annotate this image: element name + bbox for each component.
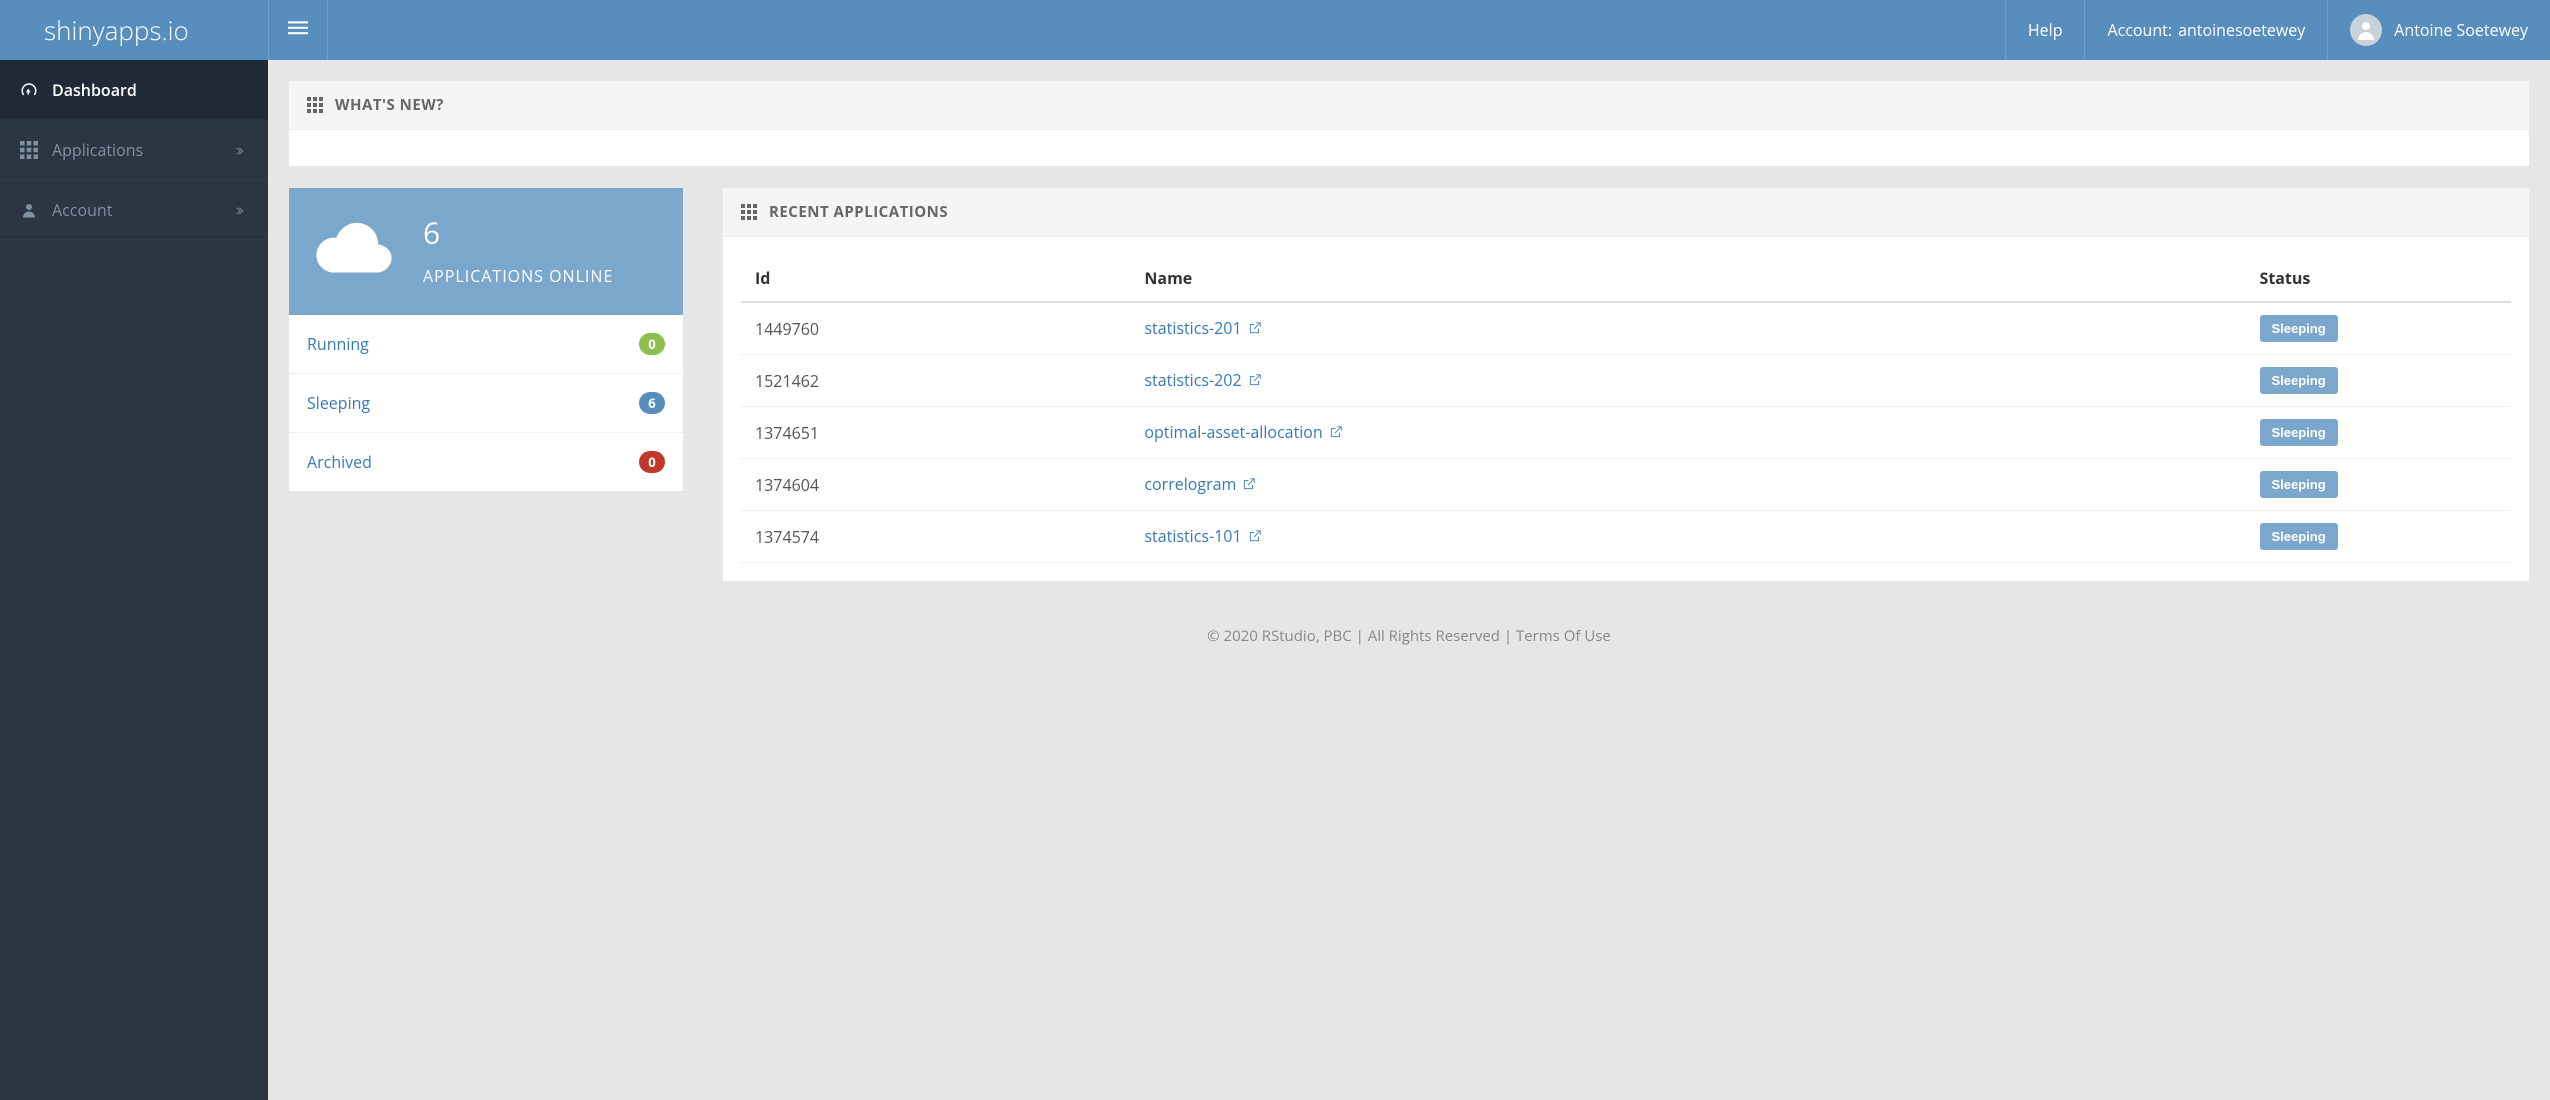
sidebar: Dashboard Applications Account [0,60,268,1100]
stat-row-running[interactable]: Running 0 [289,315,683,374]
app-id: 1374604 [741,459,1130,511]
stat-row-archived[interactable]: Archived 0 [289,433,683,491]
app-id: 1374651 [741,407,1130,459]
col-name: Name [1130,255,2245,302]
grid-icon [741,204,757,220]
sidebar-item-label: Applications [52,139,236,161]
chevron-right-icon [236,139,248,161]
state-count-badge: 0 [639,333,665,355]
state-count-badge: 6 [639,392,665,414]
sidebar-item-label: Account [52,199,236,221]
status-button[interactable]: Sleeping [2260,471,2338,498]
table-row: 1521462 statistics-202 Sleeping [741,355,2511,407]
main-content: WHAT'S NEW? 6 APPLICATIONS ONLINE [268,60,2550,1100]
footer-copyright: © 2020 RStudio, PBC [1207,626,1352,646]
grid-icon [307,97,323,113]
dashboard-icon [20,81,48,99]
app-name-link[interactable]: statistics-201 [1144,317,1241,339]
state-count-badge: 0 [639,451,665,473]
recent-apps-table: Id Name Status 1449760 statistics-201 Slee… [741,255,2511,563]
recent-apps-header: RECENT APPLICATIONS [723,188,2529,237]
applications-stat-card: 6 APPLICATIONS ONLINE Running 0 Sleeping 6 A… [288,187,684,492]
account-label: Account: [2107,19,2172,41]
state-label: Archived [307,451,372,473]
table-row: 1374574 statistics-101 Sleeping [741,511,2511,563]
recent-apps-title: RECENT APPLICATIONS [769,202,948,222]
stat-summary: 6 APPLICATIONS ONLINE [289,188,683,315]
whats-new-panel: WHAT'S NEW? [288,80,2530,167]
status-button[interactable]: Sleeping [2260,523,2338,550]
app-name-link[interactable]: statistics-101 [1144,525,1241,547]
account-name: antoinesoetewey [2178,19,2305,41]
app-name-link[interactable]: correlogram [1144,473,1236,495]
footer-rights: All Rights Reserved [1368,626,1500,646]
table-row: 1374604 correlogram Sleeping [741,459,2511,511]
chevron-right-icon [236,199,248,221]
status-button[interactable]: Sleeping [2260,367,2338,394]
external-link-icon[interactable] [1242,474,1256,496]
user-icon [20,201,48,219]
whats-new-title: WHAT'S NEW? [335,95,444,115]
account-switcher[interactable]: Account: antoinesoetewey [2084,0,2327,60]
sidebar-item-applications[interactable]: Applications [0,120,268,180]
avatar-icon [2350,14,2382,46]
external-link-icon[interactable] [1248,318,1262,340]
status-button[interactable]: Sleeping [2260,419,2338,446]
whats-new-body [289,130,2529,166]
help-link[interactable]: Help [2005,0,2085,60]
user-menu[interactable]: Antoine Soetewey [2327,0,2550,60]
logo[interactable]: shinyapps.io [0,12,268,48]
app-id: 1521462 [741,355,1130,407]
external-link-icon[interactable] [1329,422,1343,444]
grid-icon [20,141,48,159]
col-status: Status [2246,255,2512,302]
external-link-icon[interactable] [1248,526,1262,548]
stat-label: APPLICATIONS ONLINE [423,265,613,287]
terms-link[interactable]: Terms Of Use [1516,626,1611,646]
sidebar-item-dashboard[interactable]: Dashboard [0,60,268,120]
menu-toggle-button[interactable] [268,0,328,60]
sidebar-item-account[interactable]: Account [0,180,268,240]
hamburger-icon [288,18,308,43]
app-id: 1449760 [741,302,1130,355]
footer: © 2020 RStudio, PBC | All Rights Reserve… [288,602,2530,658]
col-id: Id [741,255,1130,302]
sidebar-item-label: Dashboard [52,79,248,101]
whats-new-header: WHAT'S NEW? [289,81,2529,130]
recent-applications-panel: RECENT APPLICATIONS Id Name Status [722,187,2530,582]
top-header: shinyapps.io Help Account: antoinesoetew… [0,0,2550,60]
app-name-link[interactable]: statistics-202 [1144,369,1241,391]
status-button[interactable]: Sleeping [2260,315,2338,342]
state-label: Sleeping [307,392,370,414]
table-row: 1374651 optimal-asset-allocation Sleeping [741,407,2511,459]
user-display-name: Antoine Soetewey [2394,19,2528,41]
app-id: 1374574 [741,511,1130,563]
external-link-icon[interactable] [1248,370,1262,392]
stat-row-sleeping[interactable]: Sleeping 6 [289,374,683,433]
table-row: 1449760 statistics-201 Sleeping [741,302,2511,355]
cloud-icon [311,217,397,282]
stat-count: 6 [423,212,613,253]
app-name-link[interactable]: optimal-asset-allocation [1144,421,1322,443]
state-label: Running [307,333,369,355]
